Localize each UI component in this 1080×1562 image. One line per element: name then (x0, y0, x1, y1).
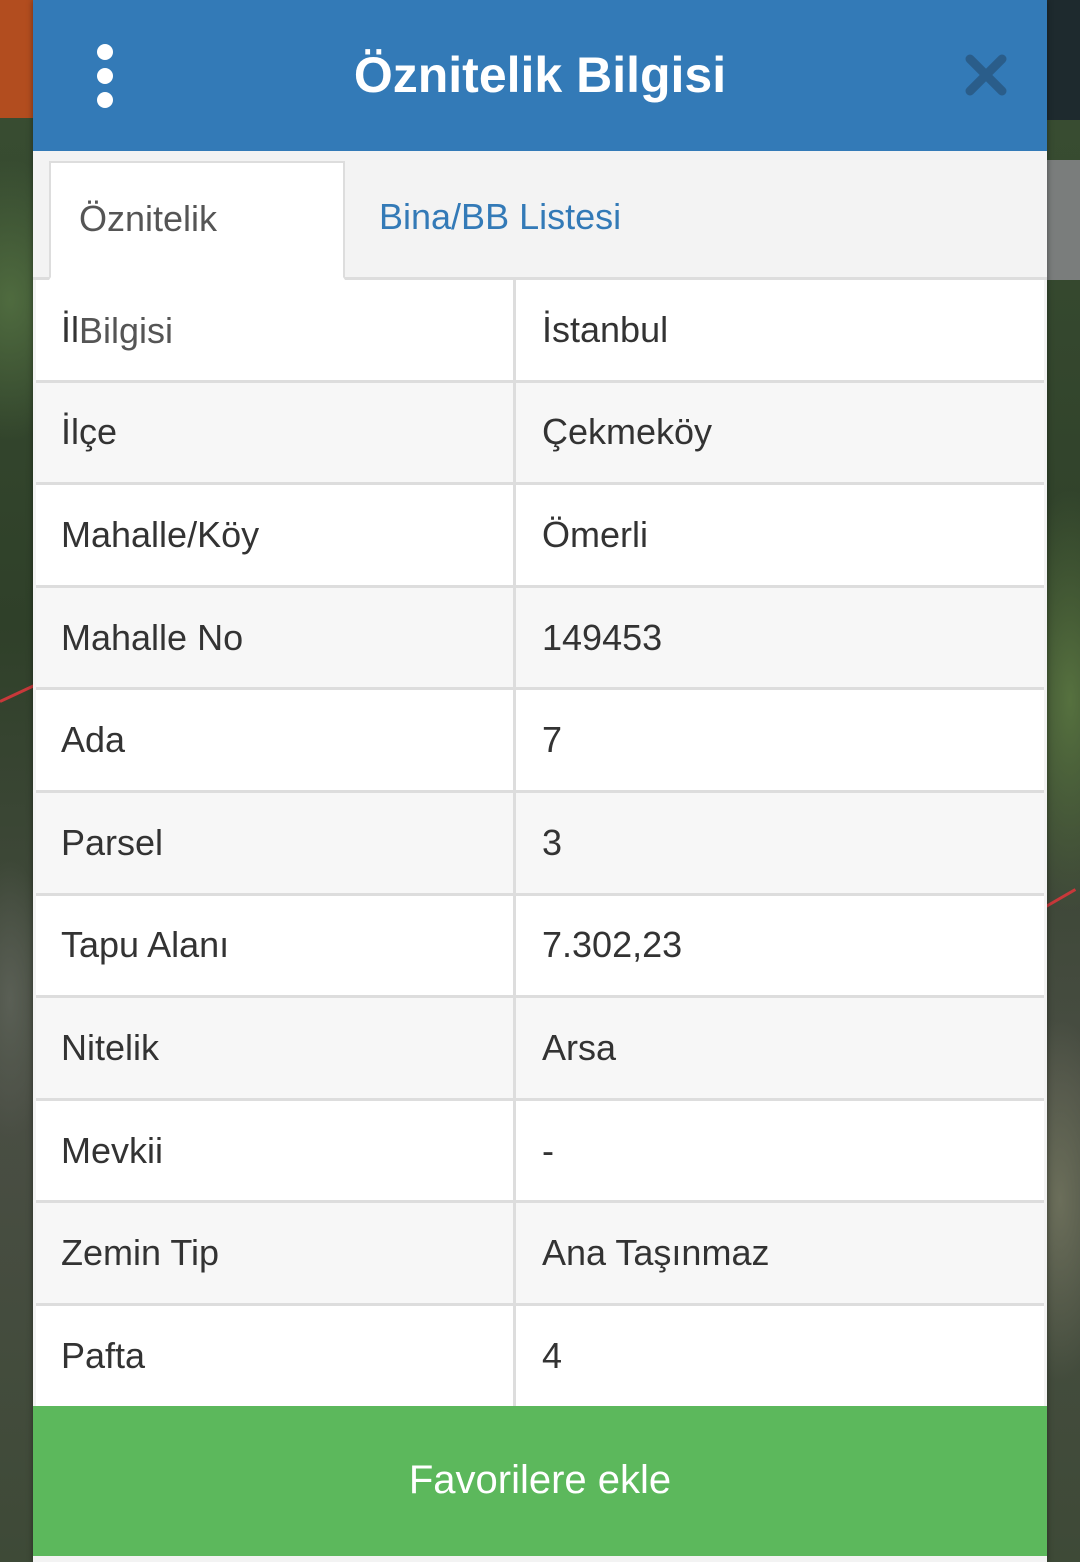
attribute-key: Tapu Alanı (36, 895, 516, 996)
attribute-value: - (542, 1129, 554, 1171)
attribute-key: Mevkii (36, 1100, 516, 1201)
tab-bar: Öznitelik Bilgisi Bina/BB Listesi (33, 151, 1047, 351)
attribute-value: 7.302,23 (542, 924, 683, 966)
add-to-favorites-button[interactable]: Favorilere ekle (33, 1406, 1047, 1556)
attribute-key: Mahalle/Köy (36, 485, 516, 585)
attribute-value: Ömerli (542, 513, 648, 555)
attribute-value: 7 (542, 719, 563, 761)
attribute-value: Ana Taşınmaz (542, 1232, 770, 1274)
table-row: Pafta 4 (36, 1305, 1044, 1409)
map-feature (1046, 160, 1080, 280)
table-row: Nitelik Arsa (36, 998, 1044, 1101)
table-row: Mahalle/Köy Ömerli (36, 485, 1044, 588)
table-row: Mahalle No 149453 (36, 587, 1044, 691)
dialog-title: Öznitelik Bilgisi (353, 47, 727, 103)
attribute-info-dialog: Öznitelik Bilgisi Öznitelik Bilgisi Bina… (33, 0, 1047, 1562)
table-row: İlçe Çekmeköy (36, 382, 1044, 486)
table-row: Mevkii - (36, 1100, 1044, 1204)
table-row: Parsel 3 (36, 792, 1044, 896)
attribute-value: Arsa (542, 1026, 617, 1068)
attribute-key: İlçe (36, 382, 516, 483)
attribute-value: 3 (542, 821, 563, 863)
attribute-table: İl İstanbul İlçe Çekmeköy Mahalle/Köy Öm… (36, 280, 1044, 1409)
attribute-key: Parsel (36, 792, 516, 893)
attribute-value: Çekmeköy (542, 411, 713, 453)
dialog-header: Öznitelik Bilgisi (33, 0, 1047, 151)
close-button[interactable] (963, 52, 1009, 98)
attribute-value: 149453 (542, 616, 663, 658)
attribute-key: Zemin Tip (36, 1203, 516, 1303)
attribute-value: 4 (542, 1334, 563, 1376)
attribute-key: Nitelik (36, 998, 516, 1098)
table-row: İl İstanbul (36, 280, 1044, 383)
tab-attribute-info[interactable]: Öznitelik Bilgisi (49, 161, 345, 351)
attribute-key: Pafta (36, 1305, 516, 1406)
attribute-key: Mahalle No (36, 587, 516, 688)
table-row: Zemin Tip Ana Taşınmaz (36, 1203, 1044, 1306)
table-row: Tapu Alanı 7.302,23 (36, 895, 1044, 999)
attribute-key: Ada (36, 690, 516, 790)
tab-building-list[interactable]: Bina/BB Listesi (351, 161, 649, 277)
table-row: Ada 7 (36, 690, 1044, 793)
attribute-value: İstanbul (542, 308, 669, 350)
close-icon (965, 54, 1007, 96)
